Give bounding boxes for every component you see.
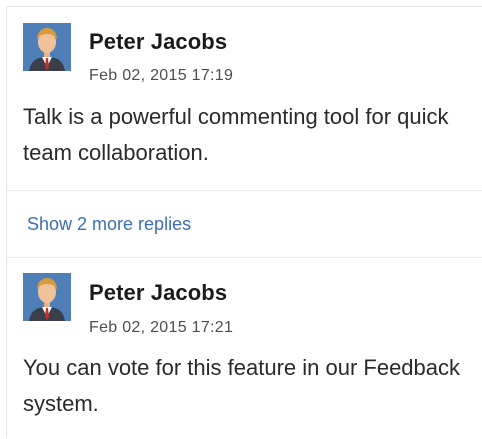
comment-author: Peter Jacobs: [89, 29, 228, 54]
comment-author: Peter Jacobs: [89, 280, 228, 305]
comment-timestamp: Feb 02, 2015 17:19: [89, 67, 234, 84]
comment-thread: Peter Jacobs Feb 02, 2015 17:19 Talk is …: [6, 6, 482, 438]
comment-item: Peter Jacobs Feb 02, 2015 17:21 You can …: [7, 257, 482, 439]
comment-timestamp: Feb 02, 2015 17:21: [89, 319, 234, 336]
user-avatar-icon[interactable]: [23, 273, 71, 321]
user-avatar-icon[interactable]: [23, 23, 71, 71]
comment-item: Peter Jacobs Feb 02, 2015 17:19 Talk is …: [7, 7, 482, 191]
show-more-replies-link[interactable]: Show 2 more replies: [27, 214, 191, 235]
comment-text: Talk is a powerful commenting tool for q…: [23, 104, 449, 165]
comment-text: You can vote for this feature in our Fee…: [23, 355, 461, 416]
